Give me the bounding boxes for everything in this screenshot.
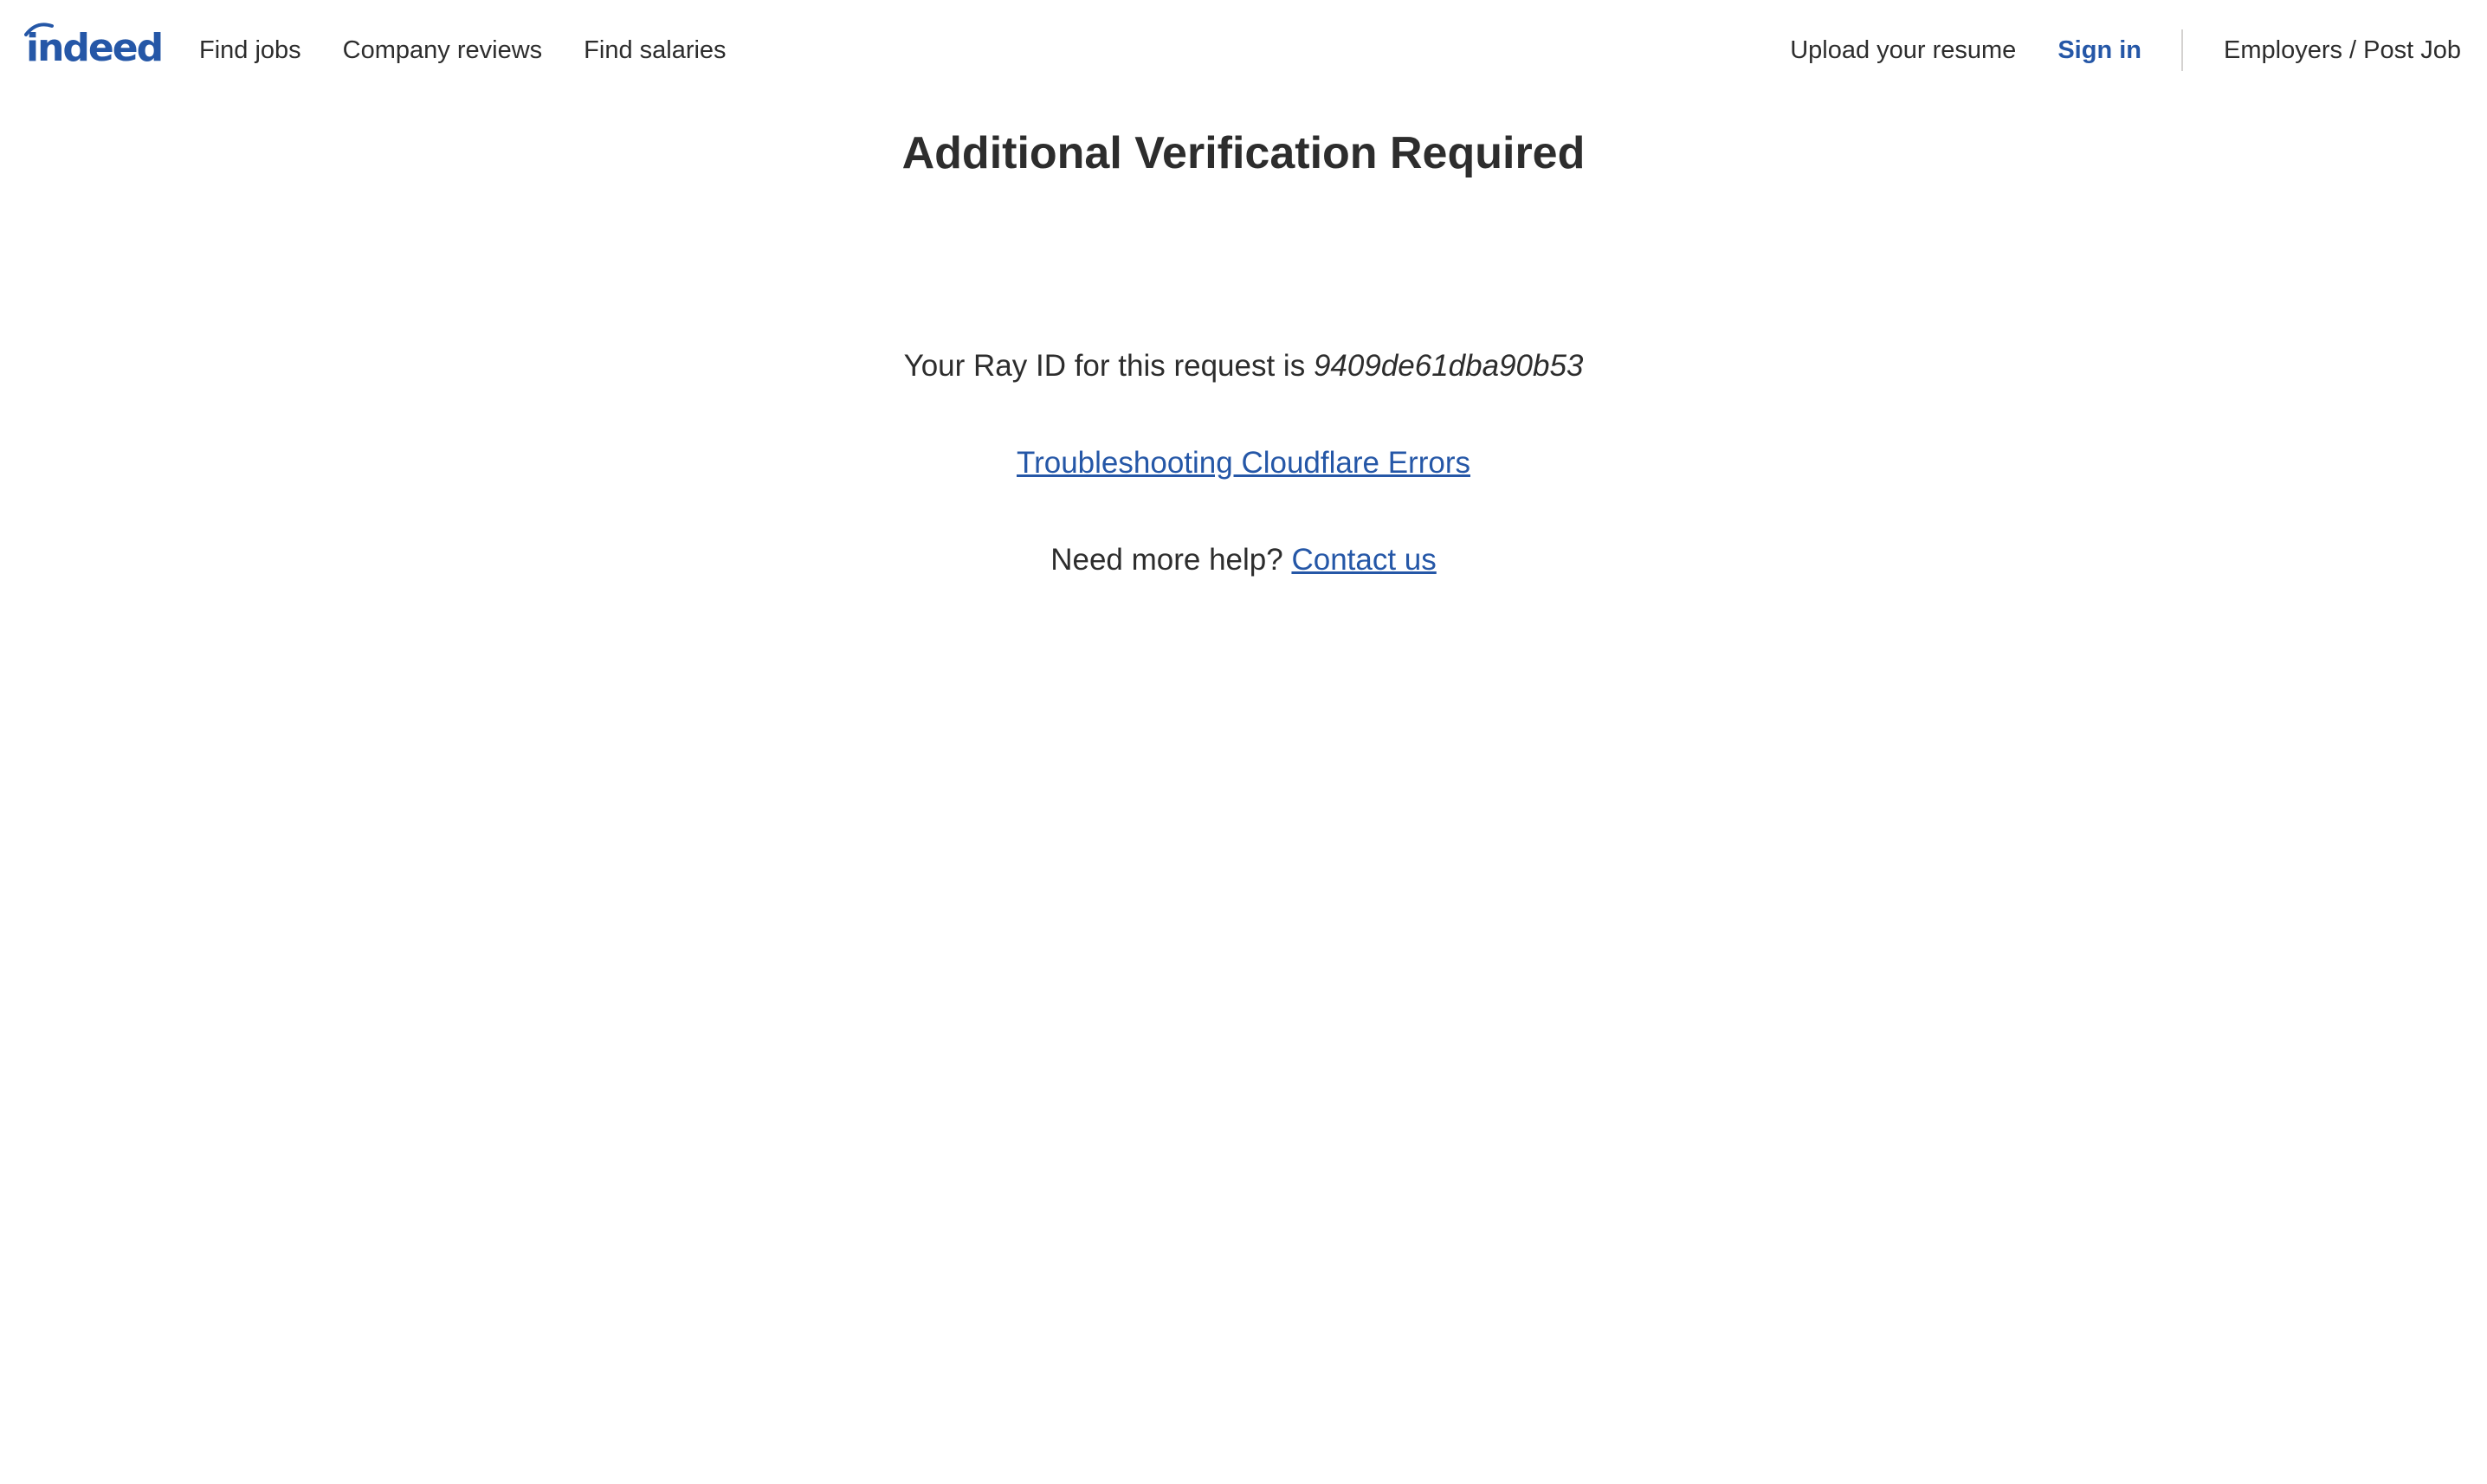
ray-id-value: 9409de61dba90b53: [1313, 349, 1584, 383]
nav-find-jobs[interactable]: Find jobs: [199, 36, 301, 65]
employers-post-job-link[interactable]: Employers / Post Job: [2224, 36, 2461, 65]
troubleshooting-line: Troubleshooting Cloudflare Errors: [0, 443, 2487, 483]
page-title: Additional Verification Required: [901, 128, 1586, 178]
help-label: Need more help?: [1050, 543, 1283, 577]
nav-find-salaries[interactable]: Find salaries: [584, 36, 726, 65]
help-line: Need more help? Contact us: [0, 540, 2487, 580]
contact-us-link[interactable]: Contact us: [1291, 543, 1436, 577]
ray-id-label: Your Ray ID for this request is: [903, 349, 1306, 383]
sign-in-link[interactable]: Sign in: [2057, 36, 2141, 65]
indeed-logo[interactable]: indeed: [24, 19, 164, 68]
nav-company-reviews[interactable]: Company reviews: [343, 36, 542, 65]
nav-divider: [2181, 29, 2183, 71]
logo-wordmark: indeed: [24, 23, 164, 68]
logo-arc-icon: [24, 23, 54, 36]
upload-resume-link[interactable]: Upload your resume: [1790, 36, 2016, 65]
primary-nav: Find jobs Company reviews Find salaries: [199, 0, 768, 100]
ray-id-line: Your Ray ID for this request is 9409de61…: [0, 346, 2487, 386]
top-nav-bar: indeed Find jobs Company reviews Find sa…: [0, 0, 2487, 100]
account-nav: Upload your resume Sign in Employers / P…: [1790, 0, 2461, 100]
troubleshooting-link[interactable]: Troubleshooting Cloudflare Errors: [1017, 446, 1470, 480]
